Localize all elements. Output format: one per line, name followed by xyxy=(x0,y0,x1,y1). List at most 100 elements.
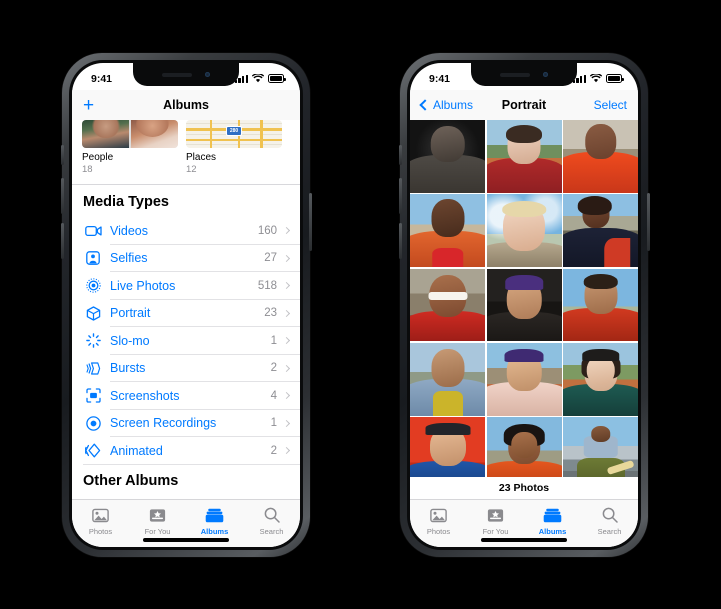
power-button[interactable] xyxy=(308,193,312,251)
portrait-photo-grid xyxy=(410,120,638,490)
grid-cell[interactable] xyxy=(410,268,485,342)
list-item-bursts[interactable]: Bursts 2 xyxy=(72,355,300,383)
list-item-selfies[interactable]: Selfies 27 xyxy=(72,245,300,273)
list-item-videos[interactable]: Videos 160 xyxy=(72,217,300,245)
list-item-label: Videos xyxy=(110,223,148,238)
tab-bar: Photos For You Albums Search xyxy=(72,499,300,547)
front-camera-icon xyxy=(543,72,548,77)
section-header-other-albums: Other Albums xyxy=(83,472,179,489)
plus-icon: + xyxy=(83,94,95,116)
grid-cell[interactable] xyxy=(486,342,562,416)
volume-up-button[interactable] xyxy=(60,178,64,214)
video-camera-icon xyxy=(83,223,103,239)
grid-cell[interactable] xyxy=(410,342,485,416)
tab-for-you[interactable]: For You xyxy=(129,506,186,536)
chevron-right-icon xyxy=(282,447,291,455)
portrait-photo-grid-scroll[interactable] xyxy=(410,120,638,499)
list-item-screenshots[interactable]: Screenshots 4 xyxy=(72,382,300,410)
list-item-portrait[interactable]: Portrait 23 xyxy=(72,300,300,328)
grid-cell[interactable] xyxy=(410,120,485,193)
portrait-cube-icon xyxy=(83,305,103,321)
status-indicators xyxy=(572,74,624,83)
portrait-3 xyxy=(563,120,638,193)
grid-cell[interactable] xyxy=(486,120,562,193)
list-item-slo-mo[interactable]: Slo-mo 1 xyxy=(72,327,300,355)
list-item-screen-recordings[interactable]: Screen Recordings 1 xyxy=(72,410,300,438)
portrait-12 xyxy=(563,342,638,416)
screenshot-stage: 9:41 + Albums People 18 280 Places 12 Me… xyxy=(0,0,721,609)
device-bezel: 9:41 + Albums People 18 280 Places 12 Me… xyxy=(69,60,303,550)
iphone-device-right: 9:41 Albums Portrait Select 23 Photos Ph… xyxy=(398,53,650,557)
add-album-button[interactable]: + xyxy=(83,96,94,115)
people-faces-thumbnail xyxy=(82,120,178,148)
page-title: Albums xyxy=(163,98,209,112)
chevron-right-icon xyxy=(282,227,291,235)
mute-switch[interactable] xyxy=(60,145,64,165)
tab-label: For You xyxy=(144,527,171,536)
media-types-list: Videos 160 Selfies 27 Live Photos 518 Po… xyxy=(72,217,300,465)
search-icon xyxy=(602,506,618,524)
grid-cell[interactable] xyxy=(563,120,638,193)
chevron-right-icon xyxy=(282,337,291,345)
chevron-right-icon xyxy=(282,309,291,317)
grid-cell[interactable] xyxy=(410,194,485,267)
grid-cell[interactable] xyxy=(486,194,562,267)
select-button[interactable]: Select xyxy=(594,98,627,112)
battery-icon xyxy=(268,74,286,83)
album-card-people[interactable]: People 18 xyxy=(82,120,178,175)
list-item-label: Live Photos xyxy=(110,278,176,293)
portrait-1 xyxy=(410,120,485,193)
portrait-9 xyxy=(563,268,638,342)
portrait-8 xyxy=(486,268,562,342)
album-label: People xyxy=(82,152,114,163)
albums-scroll-content[interactable]: People 18 280 Places 12 Media Types Vide… xyxy=(72,120,300,499)
list-item-count: 1 xyxy=(270,334,277,347)
tab-albums[interactable]: Albums xyxy=(524,506,581,536)
home-indicator[interactable] xyxy=(143,538,229,542)
home-indicator[interactable] xyxy=(481,538,567,542)
list-item-label: Animated xyxy=(110,443,163,458)
list-item-label: Selfies xyxy=(110,251,148,266)
tab-for-you[interactable]: For You xyxy=(467,506,524,536)
photo-count-footer: 23 Photos xyxy=(410,477,638,499)
list-item-count: 1 xyxy=(270,417,277,430)
album-count: 18 xyxy=(82,164,93,175)
status-time: 9:41 xyxy=(91,72,113,85)
status-indicators xyxy=(234,74,286,83)
map-thumbnail: 280 xyxy=(186,120,282,148)
status-time: 9:41 xyxy=(429,72,451,85)
mute-switch[interactable] xyxy=(398,145,402,165)
grid-cell[interactable] xyxy=(486,268,562,342)
album-card-places[interactable]: 280 Places 12 xyxy=(186,120,282,175)
tab-photos[interactable]: Photos xyxy=(72,506,129,536)
list-item-count: 518 xyxy=(257,279,277,292)
device-notch xyxy=(471,63,577,86)
grid-cell[interactable] xyxy=(563,268,638,342)
tab-search[interactable]: Search xyxy=(243,506,300,536)
grid-cell[interactable] xyxy=(563,342,638,416)
nav-bar-albums: + Albums xyxy=(72,90,300,120)
grid-cell[interactable] xyxy=(563,194,638,267)
photos-icon xyxy=(430,506,447,524)
list-item-count: 4 xyxy=(270,389,277,402)
chevron-right-icon xyxy=(282,419,291,427)
volume-up-button[interactable] xyxy=(398,178,402,214)
back-button-albums[interactable]: Albums xyxy=(419,98,473,112)
portrait-6 xyxy=(563,194,638,267)
portrait-11 xyxy=(486,342,562,416)
portrait-2 xyxy=(486,120,562,193)
tab-label: Photos xyxy=(88,527,113,536)
list-item-live-photos[interactable]: Live Photos 518 xyxy=(72,272,300,300)
tab-search[interactable]: Search xyxy=(581,506,638,536)
tab-photos[interactable]: Photos xyxy=(410,506,467,536)
volume-down-button[interactable] xyxy=(398,223,402,259)
volume-down-button[interactable] xyxy=(60,223,64,259)
chevron-right-icon xyxy=(282,392,291,400)
list-item-count: 23 xyxy=(264,307,277,320)
chevron-right-icon xyxy=(282,282,291,290)
power-button[interactable] xyxy=(646,193,650,251)
device-notch xyxy=(133,63,239,86)
tab-albums[interactable]: Albums xyxy=(186,506,243,536)
wifi-icon xyxy=(590,74,602,83)
list-item-animated[interactable]: Animated 2 xyxy=(72,437,300,465)
